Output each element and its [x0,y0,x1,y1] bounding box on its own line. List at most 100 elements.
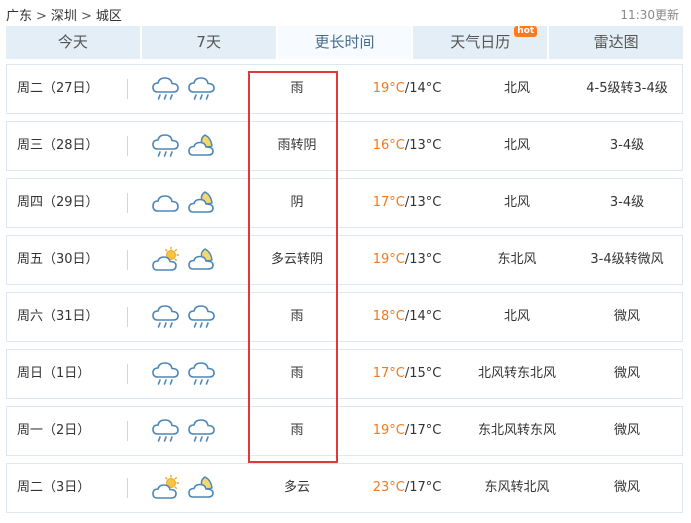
row-divider [127,478,128,498]
wind-direction: 东北风转东风 [477,423,556,438]
wind-direction: 东风转北风 [484,480,550,495]
weather-icons [151,293,241,341]
update-time: 11:30更新 [620,8,679,22]
wind-level: 微风 [613,480,640,495]
weather-condition: 雨 [290,81,304,96]
temperature-range: 18°C/14°C [357,293,457,341]
tab-weather-calendar[interactable]: 天气日历 hot [413,26,550,59]
wind-direction: 东北风 [497,252,537,267]
row-divider [127,307,128,327]
forecast-day: 周二（3日） [17,480,91,495]
breadcrumb-separator: > [80,9,92,24]
forecast-day: 周一（2日） [17,423,91,438]
tab-label: 今天 [57,33,88,51]
tab-label: 雷达图 [593,33,639,51]
forecast-row: 周四（29日） 阴 17°C/13°C 北风 3-4级 [6,178,683,228]
high-temp: 17°C [372,195,405,210]
tab-7-days[interactable]: 7天 [141,26,278,59]
forecast-tabs: 今天 7天 更长时间 天气日历 hot 雷达图 [6,26,683,59]
weather-icons [151,350,241,398]
weather-condition: 雨 [290,366,304,381]
wind-direction: 北风 [503,138,530,153]
breadcrumb-separator: > [36,9,47,24]
wind-level: 3-4级转微风 [590,252,664,267]
low-temp: /17°C [404,480,442,495]
temperature-range: 19°C/14°C [357,65,457,113]
forecast-row: 周二（27日） 雨 19°C/14°C 北风 4-5级转3-4级 [6,64,683,114]
tab-radar[interactable]: 雷达图 [549,26,683,59]
forecast-day: 周四（29日） [17,195,99,210]
wind-level: 微风 [613,309,640,324]
high-temp: 16°C [372,138,405,153]
breadcrumb-city[interactable]: 深圳 [51,9,77,24]
forecast-day: 周二（27日） [17,81,99,96]
weather-icons [151,179,241,227]
forecast-row: 周二（3日） 多云 23°C/17°C 东风转北风 微风 [6,463,683,513]
low-temp: /14°C [404,309,442,324]
weather-condition: 雨转阴 [277,138,317,153]
high-temp: 17°C [372,366,405,381]
low-temp: /13°C [404,195,442,210]
forecast-day: 周日（1日） [17,366,91,381]
wind-direction: 北风转东北风 [477,366,556,381]
weather-condition: 多云转阴 [270,252,323,267]
breadcrumb: 广东 > 深圳 > 城区 [6,5,122,24]
forecast-day: 周三（28日） [17,138,99,153]
tab-label: 天气日历 [450,33,511,51]
weather-condition: 多云 [283,480,310,495]
high-temp: 23°C [372,480,405,495]
forecast-day: 周五（30日） [17,252,99,267]
weather-icons [151,65,241,113]
weather-icons [151,236,241,284]
weather-condition: 阴 [290,195,304,210]
low-temp: /15°C [404,366,442,381]
hot-badge: hot [514,26,538,37]
wind-level: 3-4级 [609,195,645,210]
wind-direction: 北风 [503,195,530,210]
breadcrumb-district: 城区 [95,9,122,24]
high-temp: 19°C [372,81,405,96]
wind-level: 微风 [613,423,640,438]
temperature-range: 17°C/13°C [357,179,457,227]
temperature-range: 23°C/17°C [357,464,457,512]
forecast-row: 周一（2日） 雨 19°C/17°C 东北风转东风 微风 [6,406,683,456]
tab-label: 7天 [196,33,221,51]
weather-icons [151,122,241,170]
temperature-range: 16°C/13°C [357,122,457,170]
low-temp: /13°C [404,138,442,153]
high-temp: 18°C [372,309,405,324]
row-divider [127,193,128,213]
row-divider [127,421,128,441]
forecast-day: 周六（31日） [17,309,99,324]
temperature-range: 17°C/15°C [357,350,457,398]
wind-level: 微风 [613,366,640,381]
wind-level: 3-4级 [609,138,645,153]
tab-longer-range[interactable]: 更长时间 [277,26,414,59]
wind-direction: 北风 [503,81,530,96]
weather-icons [151,464,241,512]
temperature-range: 19°C/13°C [357,236,457,284]
weather-icons [151,407,241,455]
tab-today[interactable]: 今天 [6,26,142,59]
low-temp: /14°C [404,81,442,96]
top-bar: 广东 > 深圳 > 城区 11:30更新 [0,0,691,26]
forecast-row: 周日（1日） 雨 17°C/15°C 北风转东北风 微风 [6,349,683,399]
high-temp: 19°C [372,423,405,438]
weather-condition: 雨 [290,309,304,324]
wind-level: 4-5级转3-4级 [586,81,668,96]
tab-label: 更长时间 [314,33,375,51]
breadcrumb-province[interactable]: 广东 [6,9,32,24]
row-divider [127,250,128,270]
forecast-row: 周六（31日） 雨 18°C/14°C 北风 微风 [6,292,683,342]
wind-direction: 北风 [503,309,530,324]
temperature-range: 19°C/17°C [357,407,457,455]
weather-condition: 雨 [290,423,304,438]
row-divider [127,136,128,156]
low-temp: /13°C [404,252,442,267]
high-temp: 19°C [372,252,405,267]
forecast-row: 周五（30日） 多云转阴 19°C/13°C 东北风 3-4级转微风 [6,235,683,285]
row-divider [127,364,128,384]
forecast-row: 周三（28日） 雨转阴 16°C/13°C 北风 3-4级 [6,121,683,171]
low-temp: /17°C [404,423,442,438]
row-divider [127,79,128,99]
